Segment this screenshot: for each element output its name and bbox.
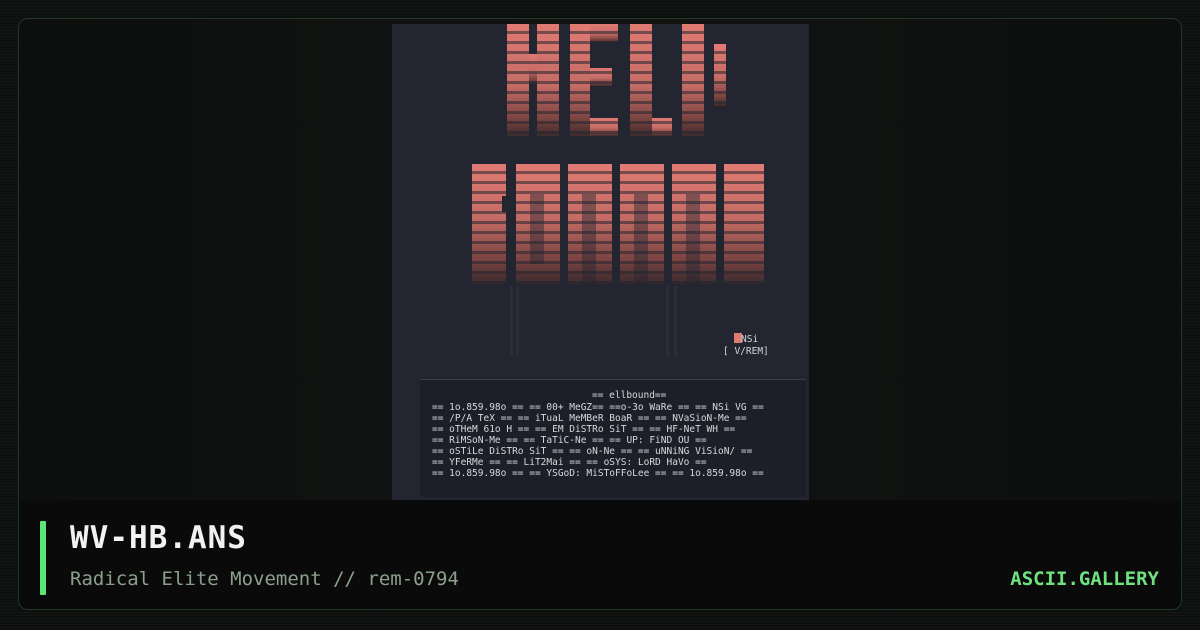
logo-top <box>507 24 727 136</box>
accent-bar <box>40 521 46 595</box>
list-line: == ellbound== <box>592 390 667 401</box>
list-line: == /P/A TeX == == iTuaL MeMBeR BoaR == =… <box>432 413 747 424</box>
artwork-subtitle: Radical Elite Movement // rem-0794 <box>70 568 459 590</box>
list-line: == oSTiLe DiSTRo SiT == == oN-Ne == == u… <box>432 446 753 457</box>
list-line: == RiMSoN-Me == == TaTiC-Ne == == UP: Fi… <box>432 435 707 446</box>
list-line: == 1o.859.98o == == YSGoD: MiSToFFoLee =… <box>432 468 764 479</box>
list-line: == 1o.859.98o == == 00+ MeGZ== ==o-3o Wa… <box>432 402 764 413</box>
artwork-title: WV-HB.ANS <box>70 520 247 556</box>
tag-line-1: NSi <box>741 334 758 345</box>
logo-bottom <box>472 164 767 356</box>
site-brand[interactable]: ASCII.GALLERY <box>1010 568 1159 590</box>
ansi-artwork-canvas: NSi [ V/REM] == ellbound== == 1o.859.98o… <box>420 24 806 497</box>
list-line: == oTHeM 61o H == == EM DiSTRo SiT == ==… <box>432 424 735 435</box>
list-line: == YFeRMe == == LiT2Mai == == oSYS: LoRD… <box>432 457 707 468</box>
caption-bar: WV-HB.ANS Radical Elite Movement // rem-… <box>19 500 1181 609</box>
tag-line-2: [ V/REM] <box>723 346 769 357</box>
ansi-artwork[interactable]: NSi [ V/REM] == ellbound== == 1o.859.98o… <box>392 24 809 500</box>
group-tag: NSi [ V/REM] <box>723 333 769 357</box>
